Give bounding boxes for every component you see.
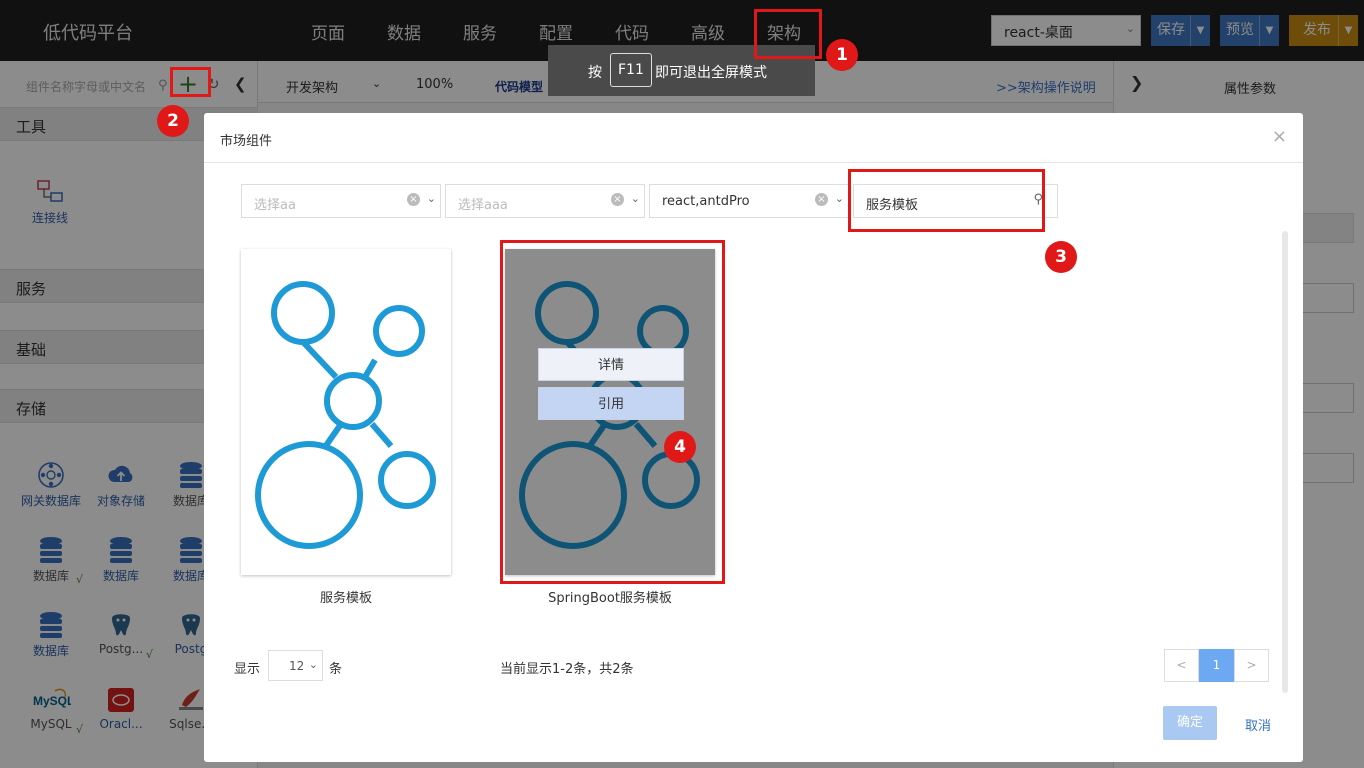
clear-icon[interactable]: ×	[611, 193, 624, 206]
filter-placeholder: 选择aaa	[458, 198, 508, 213]
page-size-label: 显示	[234, 662, 261, 677]
fullscreen-tip-prefix: 按	[588, 65, 602, 81]
market-components-dialog: 市场组件 × 选择aa × ⌄ 选择aaa × ⌄ react,antdPro …	[204, 113, 1303, 762]
annotation-box-1	[754, 9, 822, 59]
dialog-header: 市场组件 ×	[204, 113, 1303, 163]
annotation-number-3: 3	[1045, 241, 1077, 273]
annotation-box-4	[500, 240, 725, 584]
scrollbar[interactable]	[1282, 231, 1288, 693]
annotation-box-3	[848, 169, 1045, 232]
filter-placeholder: 选择aa	[254, 198, 296, 213]
annotation-number-4: 4	[664, 431, 696, 463]
filter-select-aa[interactable]: 选择aa × ⌄	[241, 184, 441, 218]
chevron-down-icon[interactable]: ⌄	[835, 192, 844, 205]
page-size-unit: 条	[329, 662, 343, 677]
filter-select-framework[interactable]: react,antdPro × ⌄	[649, 184, 849, 218]
prev-page-button[interactable]: <	[1164, 649, 1199, 682]
dialog-title: 市场组件	[220, 134, 273, 149]
confirm-button[interactable]: 确定	[1163, 706, 1217, 740]
chevron-down-icon: ⌄	[308, 658, 318, 671]
clear-icon[interactable]: ×	[815, 193, 828, 206]
network-graph-icon	[255, 281, 436, 549]
filter-select-aaa[interactable]: 选择aaa × ⌄	[445, 184, 645, 218]
next-page-button[interactable]: >	[1234, 649, 1269, 682]
annotation-number-2: 2	[157, 105, 189, 137]
chevron-down-icon[interactable]: ⌄	[427, 192, 436, 205]
fullscreen-key: F11	[610, 53, 652, 87]
fullscreen-tip-text: 即可退出全屏模式	[655, 65, 767, 81]
component-card-name: 服务模板	[319, 591, 372, 606]
annotation-box-2	[170, 67, 211, 97]
cancel-button[interactable]: 取消	[1245, 715, 1271, 734]
close-icon[interactable]: ×	[1272, 126, 1287, 147]
component-card-thumbnail[interactable]	[241, 249, 451, 575]
component-card-name: SpringBoot服务模板	[548, 591, 672, 606]
annotation-number-1: 1	[826, 39, 858, 71]
pagination-info: 当前显示1-2条，共2条	[500, 662, 634, 677]
clear-icon[interactable]: ×	[407, 193, 420, 206]
page-size-value: 12	[289, 659, 305, 673]
page-button-1[interactable]: 1	[1199, 649, 1234, 682]
page-size-select[interactable]: 12 ⌄	[268, 650, 323, 681]
chevron-down-icon[interactable]: ⌄	[631, 192, 640, 205]
filter-value: react,antdPro	[662, 194, 750, 209]
